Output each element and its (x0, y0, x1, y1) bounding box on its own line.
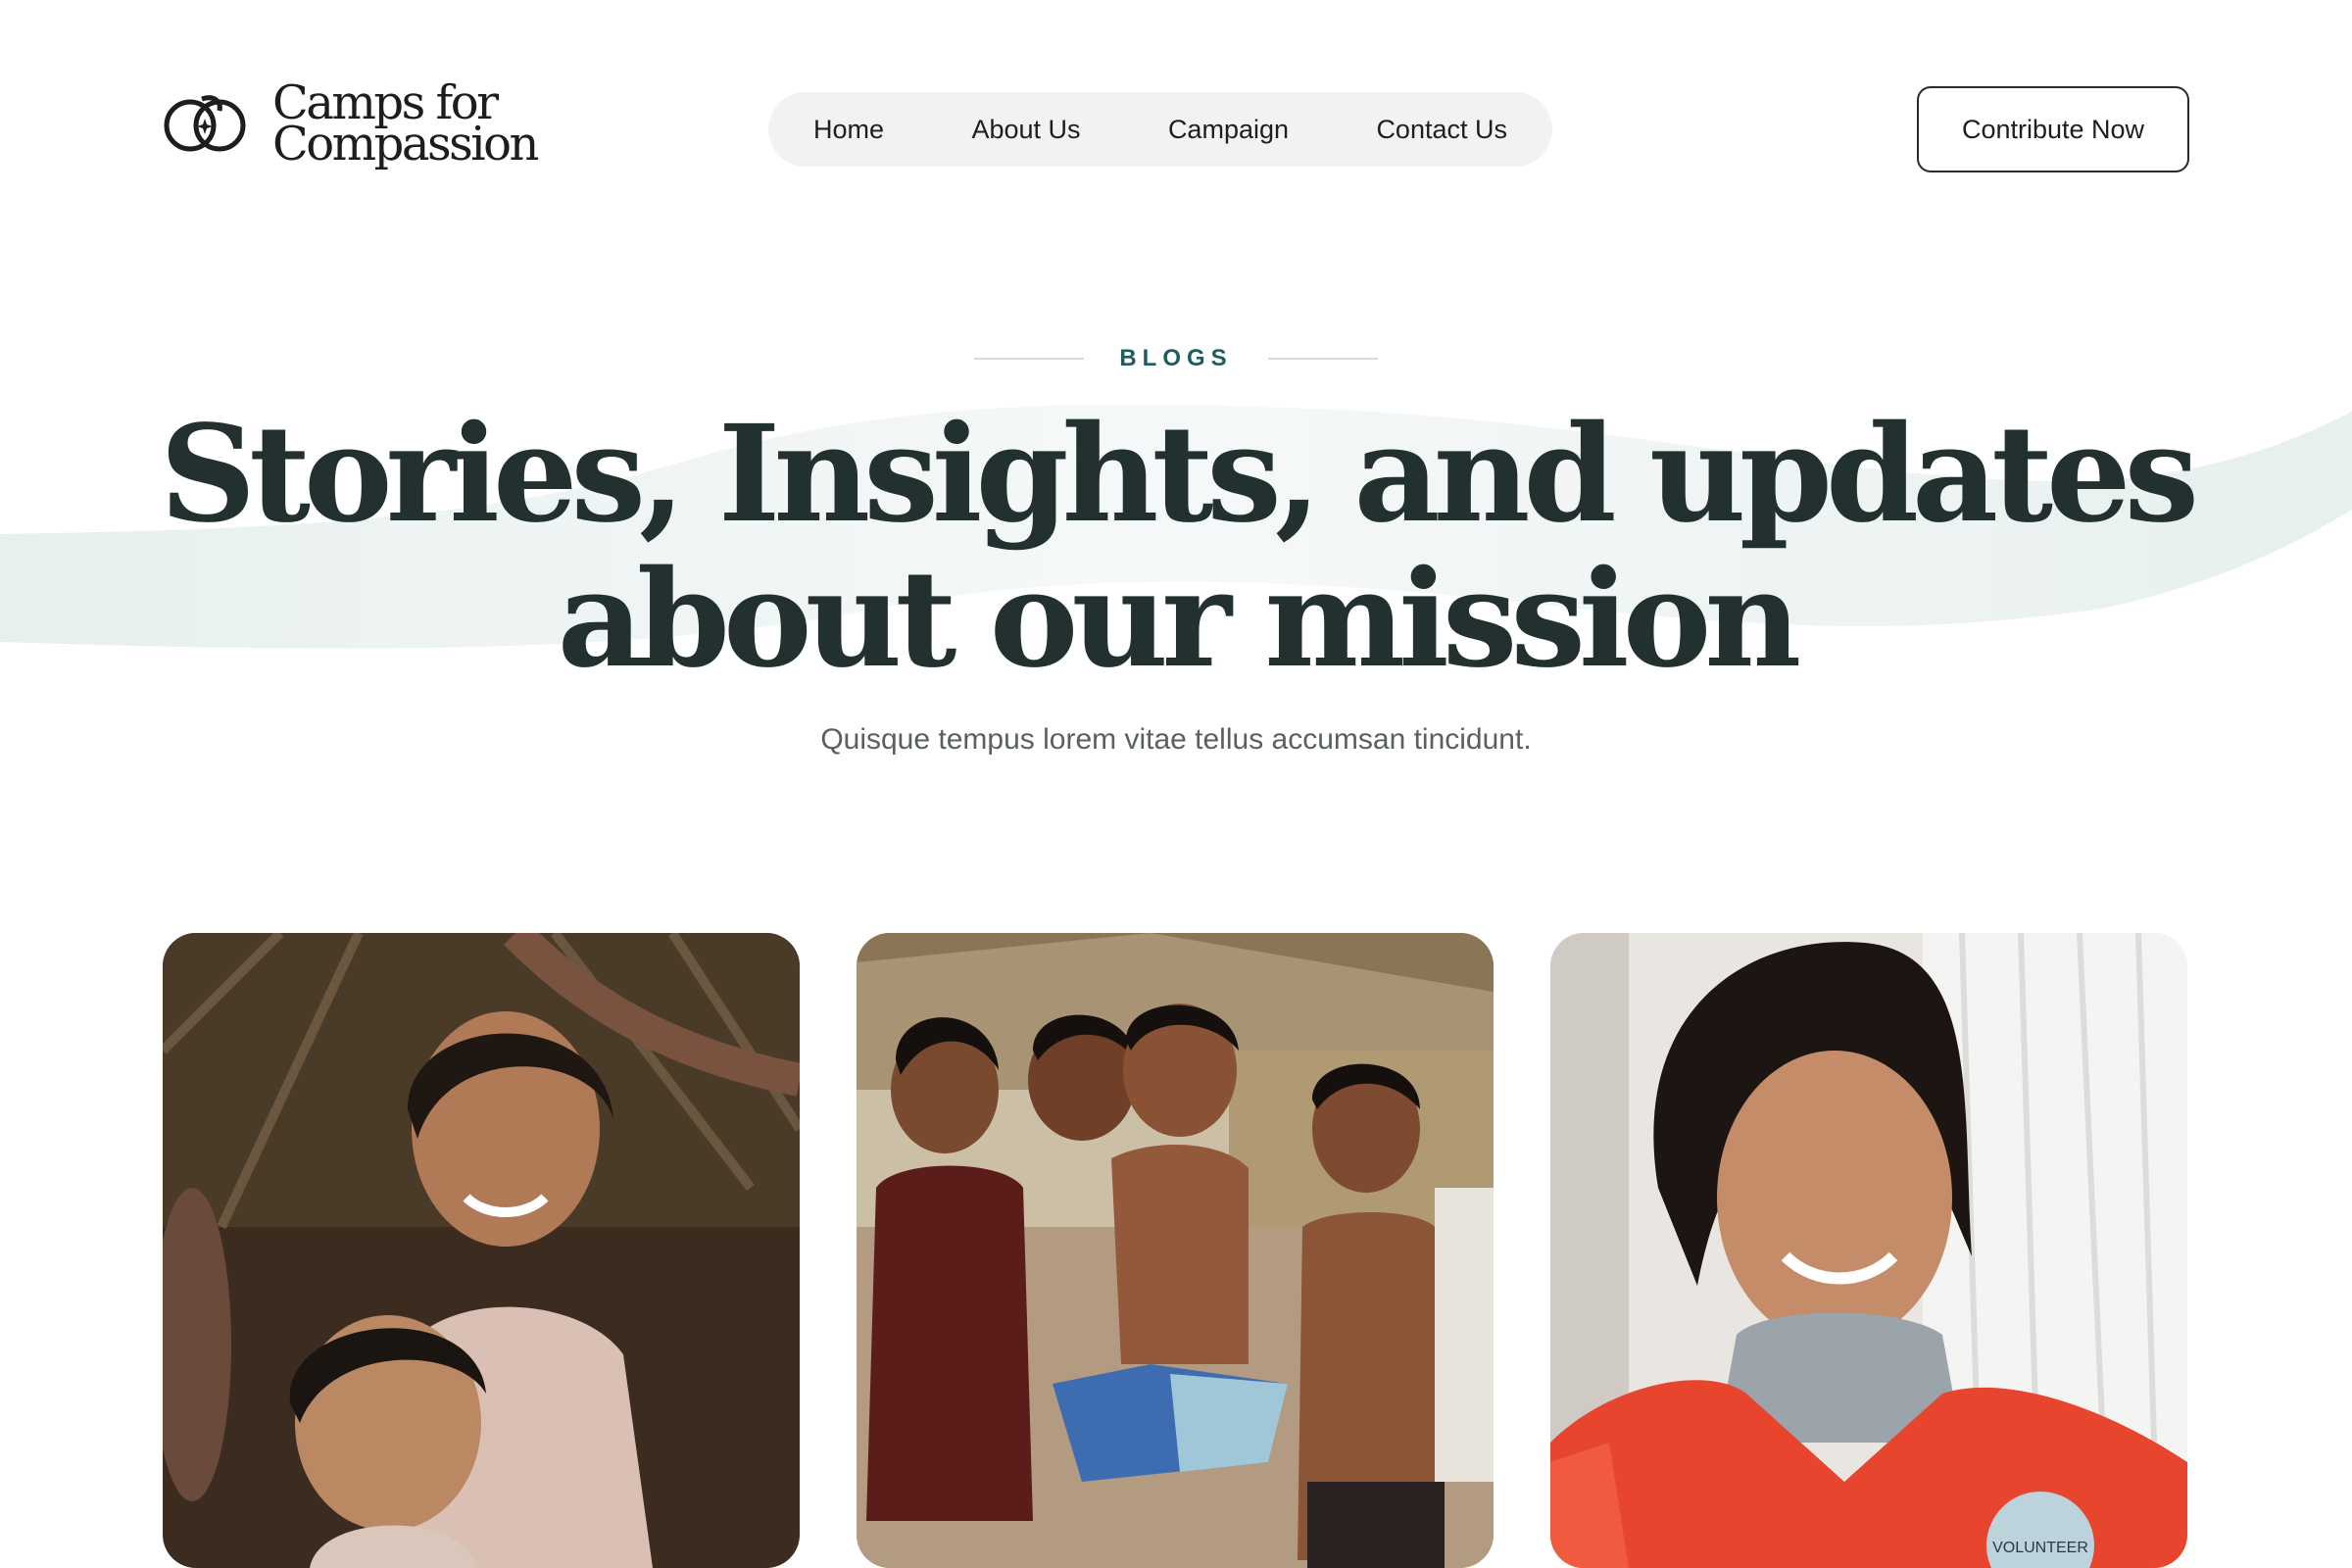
nav-item-campaign[interactable]: Campaign (1168, 115, 1289, 145)
brand-logo[interactable]: Camps for Compassion (163, 79, 539, 172)
nav-item-about-us[interactable]: About Us (971, 115, 1080, 145)
section-eyebrow: BLOGS (0, 345, 2352, 372)
brand-name: Camps for Compassion (272, 79, 539, 172)
eyebrow-label: BLOGS (1119, 345, 1233, 371)
nav-item-contact-us[interactable]: Contact Us (1376, 115, 1507, 145)
page-subtitle: Quisque tempus lorem vitae tellus accums… (820, 723, 1532, 756)
logo-mark-icon (164, 95, 246, 152)
blog-card-3[interactable]: VOLUNTEER (1550, 933, 2187, 1568)
photo-volunteer-woman: VOLUNTEER (1550, 933, 2187, 1568)
volunteer-badge-text: VOLUNTEER (1992, 1540, 2088, 1556)
page-title-line1: Stories, Insights, and updates (159, 396, 2199, 553)
blog-card-2[interactable] (857, 933, 1494, 1568)
eyebrow-divider-left (974, 358, 1085, 360)
page-title-line2: about our mission (557, 541, 1802, 698)
contribute-now-button[interactable]: Contribute Now (1917, 86, 2189, 172)
blog-card-grid: VOLUNTEER (163, 933, 2189, 1568)
nav-item-home[interactable]: Home (813, 115, 884, 145)
blog-card-1[interactable] (163, 933, 800, 1568)
photo-group-of-boys (857, 933, 1494, 1568)
site-header: Camps for Compassion Home About Us Campa… (0, 0, 2352, 235)
main-nav: Home About Us Campaign Contact Us (768, 92, 1552, 167)
brand-name-line2: Compassion (272, 117, 539, 172)
eyebrow-divider-right (1267, 358, 1378, 360)
page-title: Stories, Insights, and updates about our… (0, 402, 2352, 692)
photo-smiling-girl-with-child (163, 933, 800, 1568)
